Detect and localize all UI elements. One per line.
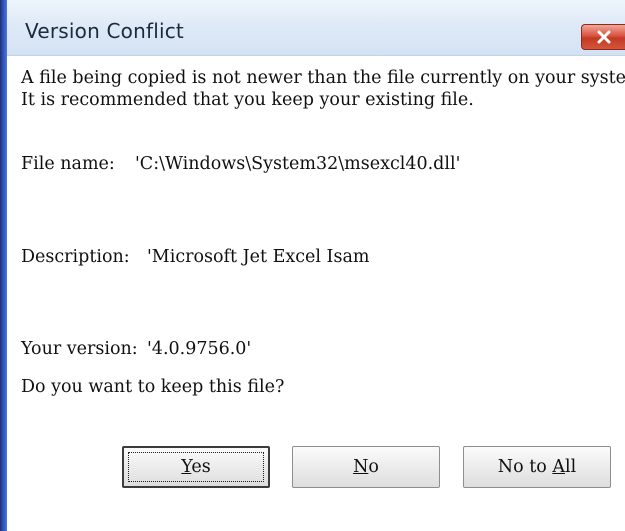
no-to-all-button[interactable]: No to All: [463, 446, 611, 488]
no-button-label: No: [353, 457, 379, 477]
version-conflict-dialog: Version Conflict A file being copied is …: [0, 0, 625, 531]
message-line-1: A file being copied is not newer than th…: [21, 68, 625, 88]
description-label: Description:: [21, 247, 130, 267]
file-name-value: 'C:\Windows\System32\msexcl40.dll': [135, 154, 461, 174]
title-bar[interactable]: Version Conflict: [7, 0, 625, 56]
yes-button[interactable]: Yes: [122, 446, 270, 488]
window-frame-edge: [0, 0, 7, 531]
yes-button-label: Yes: [181, 457, 211, 477]
no-button[interactable]: No: [292, 446, 440, 488]
description-value: 'Microsoft Jet Excel Isam: [147, 247, 370, 267]
message-line-2: It is recommended that you keep your exi…: [21, 90, 474, 110]
your-version-label: Your version:: [21, 339, 138, 359]
keep-file-question: Do you want to keep this file?: [21, 377, 285, 397]
your-version-value: '4.0.9756.0': [147, 339, 252, 359]
close-icon: [597, 30, 611, 44]
no-to-all-button-label: No to All: [497, 457, 577, 477]
file-name-label: File name:: [21, 154, 115, 174]
window-title: Version Conflict: [25, 19, 184, 43]
close-button[interactable]: [581, 24, 625, 50]
